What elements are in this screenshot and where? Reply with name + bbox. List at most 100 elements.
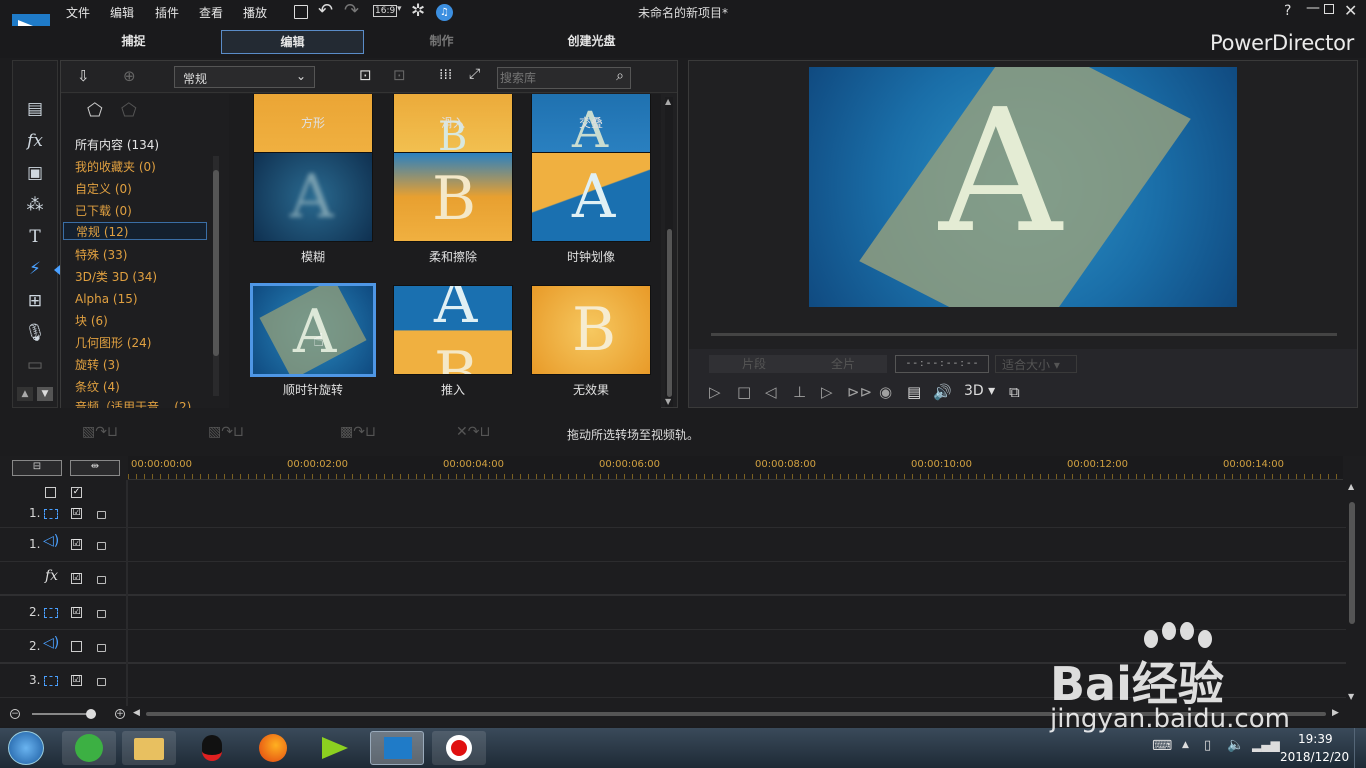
settings-gear-icon[interactable]: ✲ [411, 1, 425, 21]
tray-expand-icon[interactable]: ▲ [1182, 740, 1189, 750]
zoom-in-icon[interactable]: + [115, 709, 125, 719]
category-item[interactable]: 特殊 (33) [75, 246, 127, 264]
preview-seek-bar[interactable] [711, 333, 1337, 336]
remove-tag-icon[interactable]: ⬠ [121, 100, 137, 121]
fast-forward-icon[interactable]: ⊳⊳ [847, 383, 872, 401]
category-item[interactable]: 已下载 (0) [75, 202, 132, 220]
effect-room-icon[interactable]: fx [22, 129, 48, 153]
zoom-out-icon[interactable]: − [10, 709, 20, 719]
title-room-icon[interactable]: T [22, 225, 48, 249]
select-all-checkbox[interactable]: ✓ [71, 487, 82, 498]
lock-icon[interactable] [97, 678, 106, 686]
apply-to-all-icon[interactable]: ⊡ [393, 66, 406, 84]
redo-icon[interactable]: ↷ [344, 0, 359, 21]
menu-edit[interactable]: 编辑 [110, 4, 134, 21]
category-dropdown[interactable]: 常规 ⌄ [174, 66, 315, 88]
track-enable-checkbox[interactable]: ☑ [71, 508, 82, 519]
category-item[interactable]: 3D/类 3D (34) [75, 268, 157, 286]
segment-mode-button[interactable]: 片段 [709, 355, 799, 373]
transition-thumb[interactable]: A [253, 152, 373, 242]
postfix-transition-icon[interactable]: ▧↷⊔ [208, 424, 244, 440]
voice-over-room-icon[interactable]: 🎙 [22, 321, 48, 345]
zoom-slider-thumb[interactable] [86, 709, 96, 719]
menu-view[interactable]: 查看 [199, 4, 223, 21]
menu-file[interactable]: 文件 [66, 4, 90, 21]
undock-preview-icon[interactable]: ⧉ [1009, 383, 1020, 401]
chapter-room-icon[interactable]: ▭ [22, 353, 48, 377]
category-item[interactable]: 块 (6) [75, 312, 108, 330]
menu-playback[interactable]: 播放 [243, 4, 267, 21]
category-item-selected[interactable]: 常规 (12) [63, 222, 207, 240]
next-frame-icon[interactable]: ▷ [821, 383, 833, 401]
scroll-left-icon[interactable]: ◀ [133, 708, 140, 718]
category-item[interactable]: 所有内容 (134) [75, 136, 159, 154]
scroll-up-icon[interactable]: ▲ [17, 387, 33, 401]
search-icon[interactable]: ⌕ [616, 68, 624, 84]
select-all-video-checkbox[interactable] [45, 487, 56, 498]
network-icon[interactable]: ▯ [1204, 738, 1211, 753]
scrollbar-thumb[interactable] [213, 170, 219, 356]
import-icon[interactable]: ⇩ [77, 67, 90, 85]
split-icon[interactable]: ⊥ [793, 383, 806, 401]
particle-room-icon[interactable]: ⁂ [22, 193, 48, 217]
keyboard-icon[interactable]: ⌨ [1152, 738, 1172, 754]
lock-icon[interactable] [97, 576, 106, 584]
timecode-display[interactable]: - - : - - : - - : - - [895, 355, 989, 373]
start-button-icon[interactable] [8, 731, 44, 765]
track-enable-checkbox[interactable]: ☑ [71, 607, 82, 618]
track-divider[interactable] [126, 480, 128, 706]
scroll-down-icon[interactable]: ▼ [37, 387, 53, 401]
firefox-icon[interactable] [246, 731, 300, 765]
search-input[interactable] [500, 70, 606, 86]
transition-thumb[interactable]: A [531, 152, 651, 242]
screen-recorder-icon[interactable] [432, 731, 486, 765]
category-item[interactable]: 旋转 (3) [75, 356, 120, 374]
3d-mode-button[interactable]: 3D ▾ [964, 383, 995, 399]
tab-create-disc[interactable]: 创建光盘 [520, 30, 663, 54]
chevron-down-icon[interactable]: ▾ [397, 4, 402, 14]
scroll-up-icon[interactable]: ▲ [665, 97, 671, 106]
menu-plugins[interactable]: 插件 [155, 4, 179, 21]
scroll-up-icon[interactable]: ▲ [1348, 482, 1354, 491]
full-mode-button[interactable]: 全片 [799, 355, 887, 373]
prefix-transition-icon[interactable]: ▧↷⊔ [82, 424, 118, 440]
pip-room-icon[interactable]: ▣ [22, 161, 48, 185]
track-enable-checkbox[interactable]: ☑ [71, 573, 82, 584]
track-enable-checkbox[interactable]: ☑ [71, 539, 82, 550]
category-item[interactable]: 音频（适用于音... (2) [75, 398, 191, 408]
scroll-down-icon[interactable]: ▼ [665, 397, 671, 406]
play-icon[interactable]: ▷ [709, 383, 721, 401]
grid-view-icon[interactable]: ⁞⁞⁞ [439, 67, 452, 83]
grid-scrollbar[interactable]: ▲ ▼ [665, 97, 673, 407]
media-player-icon[interactable] [308, 731, 362, 765]
powerdirector-taskbar-icon[interactable] [370, 731, 424, 765]
audio-mixing-room-icon[interactable]: ⊞ [22, 289, 48, 313]
previous-frame-icon[interactable]: ◁ [765, 383, 777, 401]
transition-thumb[interactable]: B [531, 285, 651, 375]
scrollbar-thumb[interactable] [667, 229, 672, 397]
lock-icon[interactable] [97, 644, 106, 652]
category-item[interactable]: 自定义 (0) [75, 180, 132, 198]
help-icon[interactable]: ? [1284, 3, 1291, 19]
scrollbar-thumb[interactable] [1349, 502, 1355, 624]
add-to-timeline-icon[interactable]: ⊡ [359, 66, 372, 84]
add-tag-icon[interactable]: ⬠ [87, 100, 103, 121]
random-transition-icon[interactable]: ✕↷⊔ [456, 424, 490, 440]
notification-icon[interactable]: ♫ [436, 4, 453, 21]
track-manager-button[interactable]: ⊟ [12, 460, 62, 476]
category-scrollbar[interactable] [213, 156, 219, 396]
minimize-icon[interactable]: — [1306, 0, 1320, 16]
snapshot-icon[interactable]: ◉ [879, 383, 892, 401]
crossfade-transition-icon[interactable]: ▩↷⊔ [340, 424, 376, 440]
ie-browser-icon[interactable] [62, 731, 116, 765]
media-room-icon[interactable]: ▤ [22, 97, 48, 121]
save-icon[interactable] [294, 5, 308, 19]
lock-icon[interactable] [97, 542, 106, 550]
tab-produce[interactable]: 制作 [370, 30, 513, 54]
clock-date[interactable]: 2018/12/20 [1280, 750, 1349, 764]
volume-icon[interactable]: 🔊 [933, 383, 952, 401]
tab-capture[interactable]: 捕捉 [62, 30, 205, 54]
aspect-ratio-selector[interactable]: 16:9 [373, 5, 398, 17]
file-explorer-icon[interactable] [122, 731, 176, 765]
transition-thumb[interactable]: A B [393, 285, 513, 375]
